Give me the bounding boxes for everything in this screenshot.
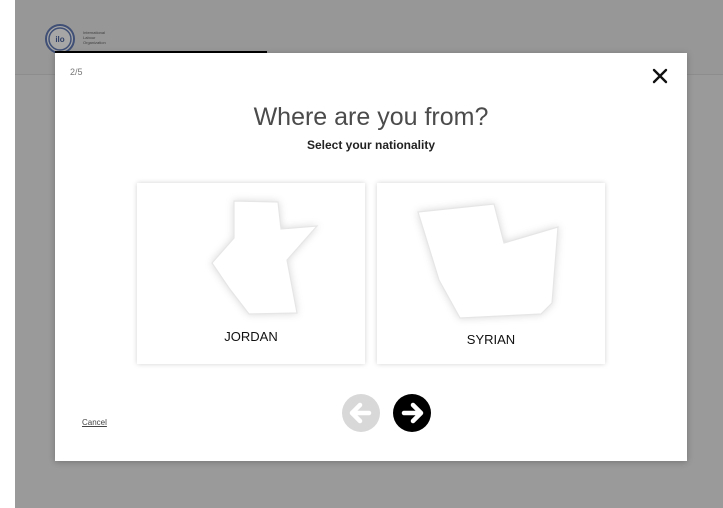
option-label: SYRIAN [466, 332, 516, 347]
cancel-link[interactable]: Cancel [82, 418, 107, 427]
option-label: JORDAN [224, 329, 278, 344]
page-subtitle: Select your nationality [306, 138, 436, 152]
next-button[interactable] [393, 394, 431, 432]
step-indicator: 2/5 [70, 67, 83, 77]
previous-button[interactable] [342, 394, 380, 432]
logo-text: International Labour Organization [83, 30, 106, 45]
close-button[interactable] [651, 67, 669, 85]
nationality-modal: 2/5 Where are you from? Select your nati… [55, 53, 687, 461]
arrow-right-icon [401, 402, 424, 424]
close-icon [652, 68, 668, 84]
logo-line: Organization [83, 40, 106, 45]
option-syrian[interactable]: SYRIAN [377, 183, 605, 364]
option-jordan[interactable]: JORDAN [137, 183, 365, 364]
ilo-logo: ilo [45, 24, 75, 54]
page-title: Where are you from? [253, 103, 489, 131]
svg-text:ilo: ilo [55, 35, 64, 44]
arrow-left-icon [349, 402, 372, 424]
